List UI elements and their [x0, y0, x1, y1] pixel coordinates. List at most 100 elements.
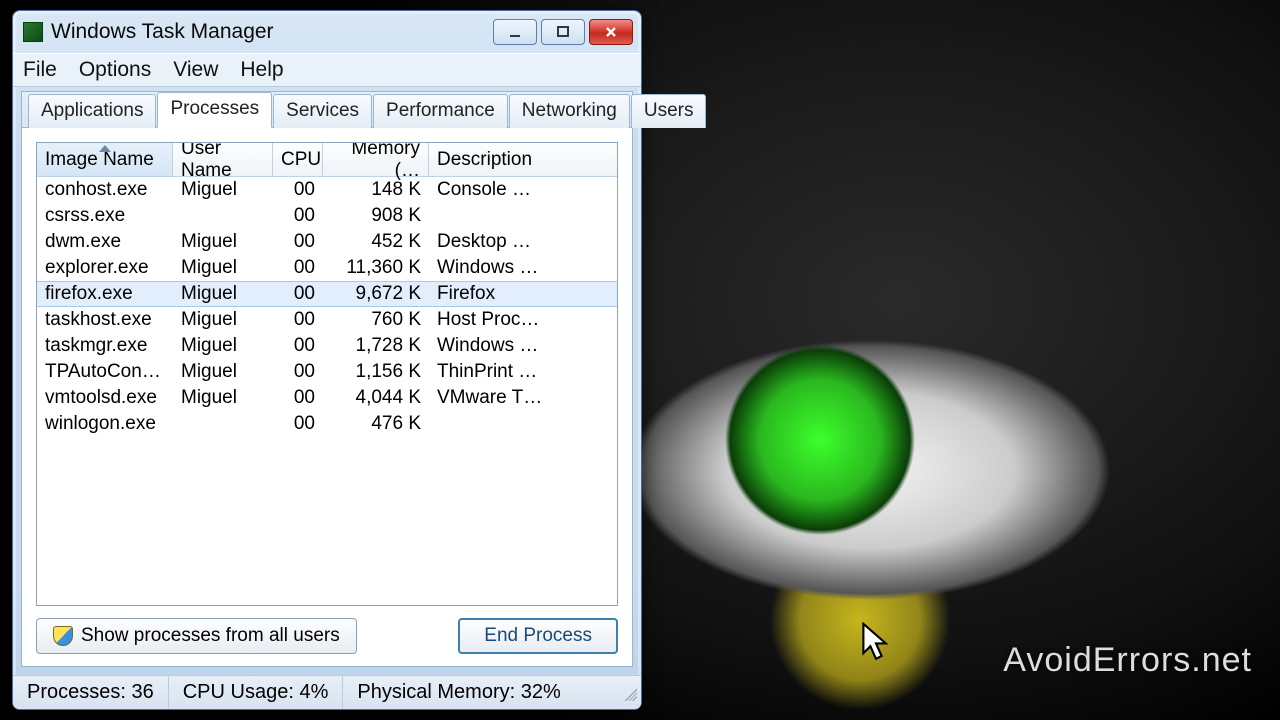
- show-all-users-label: Show processes from all users: [81, 625, 340, 647]
- table-row[interactable]: taskhost.exeMiguel00760 KHost Proc…: [37, 307, 617, 333]
- uac-shield-icon: [53, 626, 73, 646]
- menu-view[interactable]: View: [173, 58, 218, 82]
- cell-cpu: 00: [273, 257, 323, 279]
- app-icon: [23, 22, 43, 42]
- cell-cpu: 00: [273, 205, 323, 227]
- cell-description: Windows …: [429, 257, 617, 279]
- cell-cpu: 00: [273, 179, 323, 201]
- cell-memory: 1,728 K: [323, 335, 429, 357]
- cell-description: Firefox: [429, 283, 617, 305]
- end-process-label: End Process: [484, 625, 592, 647]
- cell-user-name: Miguel: [173, 309, 273, 331]
- processes-panel: Image Name User Name CPU Memory (… Descr…: [22, 128, 632, 666]
- cell-image-name: TPAutoConne…: [37, 361, 173, 383]
- cell-description: Host Proc…: [429, 309, 617, 331]
- table-row[interactable]: csrss.exe 00908 K: [37, 203, 617, 229]
- cell-user-name: Miguel: [173, 361, 273, 383]
- column-image-name[interactable]: Image Name: [37, 143, 173, 176]
- cell-cpu: 00: [273, 231, 323, 253]
- tab-processes[interactable]: Processes: [157, 92, 272, 128]
- tab-users[interactable]: Users: [631, 94, 707, 128]
- tab-applications[interactable]: Applications: [28, 94, 156, 128]
- table-row[interactable]: winlogon.exe 00476 K: [37, 411, 617, 437]
- status-bar: Processes: 36 CPU Usage: 4% Physical Mem…: [13, 675, 641, 709]
- cell-image-name: taskmgr.exe: [37, 335, 173, 357]
- cell-memory: 9,672 K: [323, 283, 429, 305]
- cell-image-name: dwm.exe: [37, 231, 173, 253]
- menu-help[interactable]: Help: [240, 58, 283, 82]
- cell-description: Windows …: [429, 335, 617, 357]
- show-all-users-button[interactable]: Show processes from all users: [36, 618, 357, 654]
- cell-memory: 1,156 K: [323, 361, 429, 383]
- cell-image-name: vmtoolsd.exe: [37, 387, 173, 409]
- cell-image-name: winlogon.exe: [37, 413, 173, 435]
- cell-cpu: 00: [273, 387, 323, 409]
- end-process-button[interactable]: End Process: [458, 618, 618, 654]
- title-bar[interactable]: Windows Task Manager: [13, 11, 641, 53]
- minimize-button[interactable]: [493, 19, 537, 45]
- watermark-text: AvoidErrors.net: [1003, 641, 1252, 680]
- cell-user-name: Miguel: [173, 231, 273, 253]
- tab-networking[interactable]: Networking: [509, 94, 630, 128]
- cell-memory: 452 K: [323, 231, 429, 253]
- cell-memory: 908 K: [323, 205, 429, 227]
- status-cpu-usage: CPU Usage: 4%: [169, 676, 344, 709]
- menu-file[interactable]: File: [23, 58, 57, 82]
- process-rows-container: conhost.exeMiguel00148 KConsole …csrss.e…: [37, 177, 617, 605]
- table-row[interactable]: dwm.exeMiguel00452 KDesktop …: [37, 229, 617, 255]
- task-manager-window: Windows Task Manager File Options View H…: [12, 10, 642, 710]
- cell-image-name: firefox.exe: [37, 283, 173, 305]
- cell-image-name: conhost.exe: [37, 179, 173, 201]
- cell-memory: 11,360 K: [323, 257, 429, 279]
- close-button[interactable]: [589, 19, 633, 45]
- column-cpu[interactable]: CPU: [273, 143, 323, 176]
- table-row[interactable]: TPAutoConne…Miguel001,156 KThinPrint …: [37, 359, 617, 385]
- process-list[interactable]: Image Name User Name CPU Memory (… Descr…: [36, 142, 618, 606]
- cell-user-name: Miguel: [173, 335, 273, 357]
- cell-memory: 148 K: [323, 179, 429, 201]
- table-row[interactable]: conhost.exeMiguel00148 KConsole …: [37, 177, 617, 203]
- cell-cpu: 00: [273, 335, 323, 357]
- client-area: Applications Processes Services Performa…: [21, 91, 633, 667]
- cell-cpu: 00: [273, 309, 323, 331]
- table-row[interactable]: explorer.exeMiguel0011,360 KWindows …: [37, 255, 617, 281]
- minimize-icon: [508, 25, 522, 39]
- sort-ascending-icon: [99, 145, 111, 152]
- table-row[interactable]: taskmgr.exeMiguel001,728 KWindows …: [37, 333, 617, 359]
- cell-description: Desktop …: [429, 231, 617, 253]
- panel-button-row: Show processes from all users End Proces…: [36, 606, 618, 656]
- menu-options[interactable]: Options: [79, 58, 151, 82]
- cell-description: VMware T…: [429, 387, 617, 409]
- cell-user-name: Miguel: [173, 179, 273, 201]
- cell-image-name: csrss.exe: [37, 205, 173, 227]
- resize-gripper-icon[interactable]: [621, 685, 637, 701]
- table-row[interactable]: vmtoolsd.exeMiguel004,044 KVMware T…: [37, 385, 617, 411]
- status-physical-memory: Physical Memory: 32%: [343, 676, 574, 709]
- cell-memory: 760 K: [323, 309, 429, 331]
- cell-user-name: Miguel: [173, 387, 273, 409]
- mouse-cursor-icon: [862, 622, 890, 662]
- column-header-padding: [599, 143, 617, 176]
- cell-memory: 476 K: [323, 413, 429, 435]
- cell-cpu: 00: [273, 361, 323, 383]
- menu-bar: File Options View Help: [13, 53, 641, 87]
- column-user-name[interactable]: User Name: [173, 143, 273, 176]
- cell-image-name: explorer.exe: [37, 257, 173, 279]
- cell-memory: 4,044 K: [323, 387, 429, 409]
- tab-services[interactable]: Services: [273, 94, 372, 128]
- status-process-count: Processes: 36: [13, 676, 169, 709]
- column-headers: Image Name User Name CPU Memory (… Descr…: [37, 143, 617, 177]
- cell-description: ThinPrint …: [429, 361, 617, 383]
- cell-cpu: 00: [273, 283, 323, 305]
- column-description[interactable]: Description: [429, 143, 599, 176]
- maximize-button[interactable]: [541, 19, 585, 45]
- cell-description: Console …: [429, 179, 617, 201]
- cursor-highlight: [790, 550, 950, 710]
- window-title: Windows Task Manager: [51, 20, 493, 44]
- cell-user-name: Miguel: [173, 257, 273, 279]
- tab-performance[interactable]: Performance: [373, 94, 508, 128]
- close-icon: [604, 25, 618, 39]
- table-row[interactable]: firefox.exeMiguel009,672 KFirefox: [37, 281, 617, 307]
- column-memory[interactable]: Memory (…: [323, 143, 429, 176]
- cell-cpu: 00: [273, 413, 323, 435]
